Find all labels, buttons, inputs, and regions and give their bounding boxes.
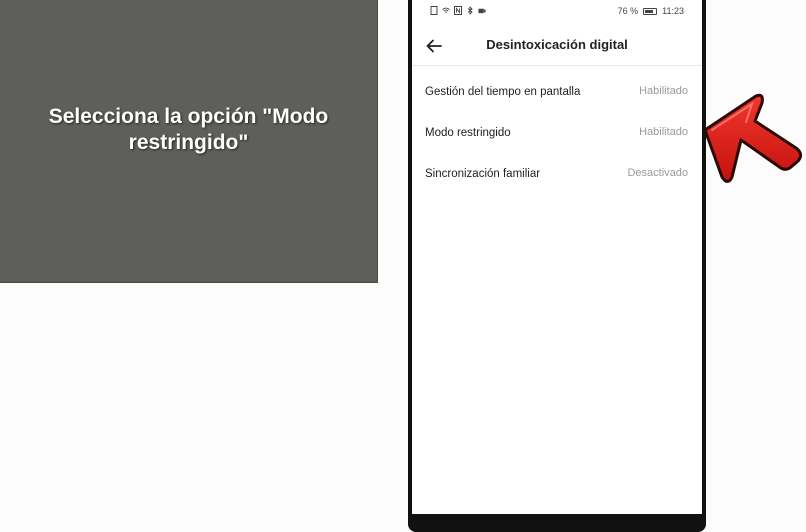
camera-icon [478, 8, 486, 14]
wifi-icon [442, 7, 450, 13]
setting-value: Habilitado [639, 126, 688, 138]
battery-icon [643, 7, 658, 15]
sim-icon [430, 6, 438, 15]
bluetooth-icon [467, 6, 473, 15]
setting-row-restricted-mode[interactable]: Modo restringido Habilitado [412, 113, 702, 154]
page-title: Desintoxicación digital [486, 37, 628, 52]
status-right: 76 % 11:23 [618, 6, 684, 16]
setting-row-screen-time[interactable]: Gestión del tiempo en pantalla Habilitad… [412, 72, 702, 113]
caption-text: Selecciona la opción "Modo restringido" [48, 105, 329, 154]
setting-label: Sincronización familiar [425, 168, 541, 180]
status-bar: 76 % 11:23 [412, 0, 702, 24]
setting-row-family-pairing[interactable]: Sincronización familiar Desactivado [412, 154, 702, 195]
nfc-icon [454, 6, 462, 15]
battery-percent: 76 % [617, 6, 639, 16]
setting-label: Gestión del tiempo en pantalla [425, 86, 581, 98]
caption-panel: Selecciona la opción "Modo restringido" [0, 0, 378, 283]
phone-screen: 76 % 11:23 Desintoxicación digital Gesti… [412, 0, 702, 514]
setting-value: Habilitado [639, 85, 688, 97]
status-icons [430, 6, 486, 15]
status-time: 11:23 [662, 6, 684, 16]
settings-list: Gestión del tiempo en pantalla Habilitad… [412, 72, 702, 195]
setting-value: Desactivado [627, 167, 688, 179]
red-arrow-icon [703, 93, 803, 183]
app-header: Desintoxicación digital [412, 26, 702, 66]
setting-label: Modo restringido [425, 127, 511, 139]
